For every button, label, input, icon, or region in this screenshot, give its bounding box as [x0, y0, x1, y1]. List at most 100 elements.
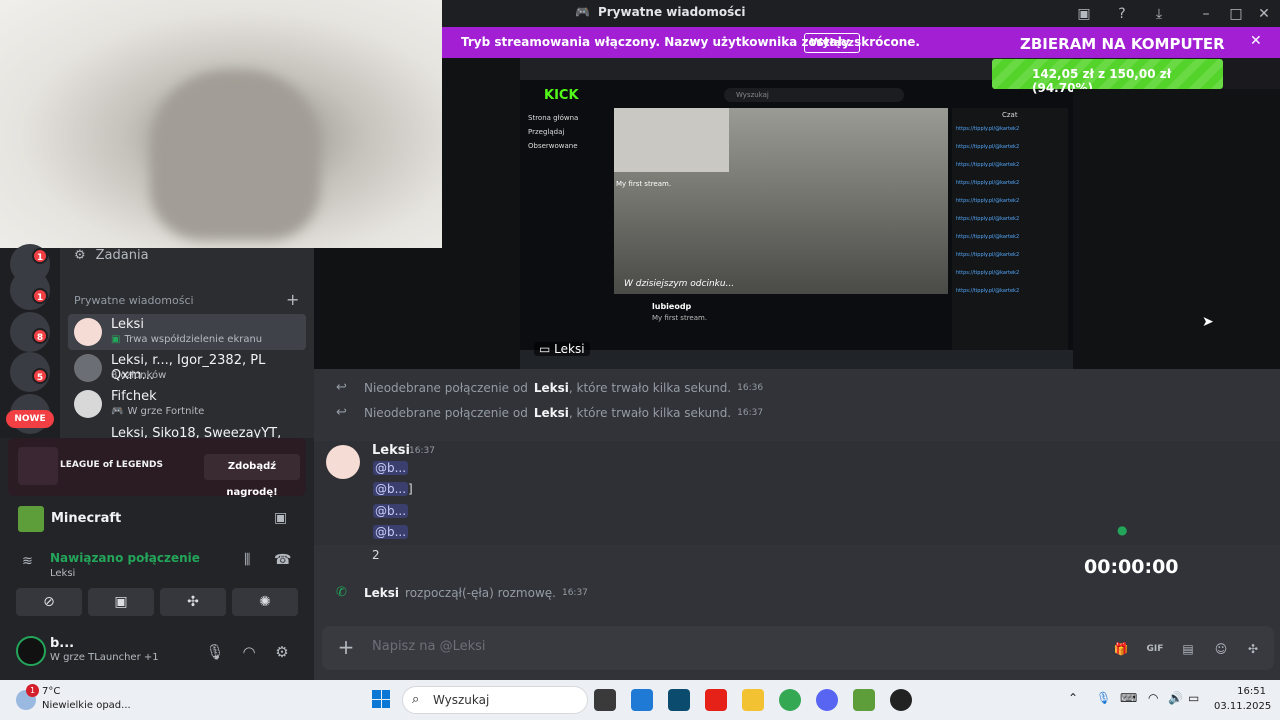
message-text: ]: [408, 482, 413, 496]
stream-game-icon[interactable]: ▣: [274, 510, 287, 526]
mouse-cursor-icon: ➤: [1202, 314, 1214, 330]
dm-header: Prywatne wiadomości: [74, 294, 194, 307]
claim-reward-button[interactable]: Zdobądź nagrodę!: [204, 454, 300, 498]
server-badge: 1: [32, 288, 48, 304]
kick-streamer-name: lubieodp: [652, 302, 692, 311]
dm-item-leksi[interactable]: Leksi ▣ Trwa współdzielenie ekranu: [68, 314, 306, 350]
timestamp: 16:37: [409, 446, 435, 456]
dm-item-group2[interactable]: Leksi, Siko18, SweezayYT, fozi...: [68, 422, 306, 438]
server-badge: 8: [32, 328, 48, 344]
dm-status-text: 8 członków: [111, 370, 167, 381]
mention[interactable]: @b...: [373, 461, 409, 475]
missed-call-message: ↩ Nieodebrane połączenie od Leksi, które…: [336, 405, 763, 420]
message-input[interactable]: Napisz na @Leksi: [372, 639, 486, 654]
youtube-icon[interactable]: [705, 689, 727, 711]
signal-icon[interactable]: ≋: [22, 554, 33, 569]
outlook-icon[interactable]: [631, 689, 653, 711]
camera-off-icon[interactable]: ⊘: [16, 588, 82, 616]
discord-taskbar-icon[interactable]: [816, 689, 838, 711]
file-explorer-icon[interactable]: [742, 689, 764, 711]
browser-tabs: [520, 58, 1073, 80]
avatar: [74, 390, 102, 418]
voice-channel: Leksi: [50, 568, 76, 579]
maximize-icon[interactable]: □: [1226, 4, 1246, 24]
noise-suppression-icon[interactable]: ⫼: [244, 552, 250, 568]
windows-taskbar: 1 7°C Niewielkie opad... Wyszukaj ⌕ ⌃ 🎙 …: [0, 680, 1280, 720]
help-icon[interactable]: ?: [1112, 4, 1132, 24]
new-badge[interactable]: NOWE: [6, 410, 54, 428]
task-view-icon[interactable]: [594, 689, 616, 711]
system-name[interactable]: Leksi: [534, 381, 569, 395]
user-panel: b... W grze TLauncher +1 🎙 ◠ ⚙: [0, 628, 314, 678]
kick-nav-browse: Przeglądaj: [528, 128, 565, 136]
chevron-up-icon[interactable]: ⌃: [1068, 691, 1078, 705]
close-banner-icon[interactable]: ✕: [1250, 33, 1262, 49]
windows-start-icon[interactable]: [372, 690, 390, 708]
windows-search[interactable]: Wyszukaj: [402, 686, 588, 714]
dm-sidebar: ⚙ Zadania Prywatne wiadomości + Leksi ▣ T…: [60, 248, 314, 438]
minimize-icon[interactable]: –: [1196, 4, 1216, 24]
close-window-icon[interactable]: ✕: [1254, 4, 1274, 24]
system-name[interactable]: Leksi: [364, 586, 399, 600]
dm-item-group[interactable]: Leksi, r..., Igor_2382, PL Qxm... 8 czło…: [68, 350, 306, 386]
kick-chat-line: https://tipply.pl/@kartek2: [956, 288, 1020, 294]
weather-text: Niewielkie opad...: [42, 700, 131, 711]
create-dm-plus-icon[interactable]: +: [286, 290, 299, 309]
dm-item-fifchek[interactable]: Fifchek 🎮 W grze Fortnite: [68, 386, 306, 422]
screen-share-icon[interactable]: ▣: [88, 588, 154, 616]
kick-chat: Czat https://tipply.pl/@kartek2 https://…: [952, 108, 1068, 354]
avatar-decoration-icon: ●: [1117, 523, 1128, 537]
stream-webcam: [614, 108, 729, 172]
server-badge: 5: [32, 368, 48, 384]
mention[interactable]: @b...: [373, 525, 409, 539]
keyboard-icon[interactable]: ⌨: [1120, 691, 1137, 705]
gift-icon[interactable]: 🎁: [1110, 638, 1132, 660]
shared-taskbar: [520, 350, 1073, 369]
shared-screen[interactable]: KICK Wyszukaj Strona główna Przeglądaj O…: [520, 58, 1073, 369]
app-icon[interactable]: [668, 689, 690, 711]
stream-background-left: [442, 58, 520, 369]
tasks-item[interactable]: ⚙ Zadania: [74, 248, 149, 263]
current-game: Minecraft ▣: [8, 500, 306, 538]
inbox-icon[interactable]: ▣: [1074, 4, 1094, 24]
gif-icon[interactable]: GIF: [1144, 638, 1166, 660]
volume-icon[interactable]: 🔊: [1168, 691, 1183, 705]
author-avatar[interactable]: [326, 445, 360, 479]
activities-icon[interactable]: ✣: [160, 588, 226, 616]
game-thumbnail: [18, 447, 58, 485]
soundboard-icon[interactable]: ✺: [232, 588, 298, 616]
kick-search: Wyszukaj: [724, 88, 904, 102]
call-timer: 00:00:00: [1084, 556, 1179, 578]
mention[interactable]: @b...: [373, 504, 409, 518]
kick-logo: KICK: [544, 88, 579, 103]
mention[interactable]: @b...: [373, 482, 409, 496]
sticker-icon[interactable]: ▤: [1177, 638, 1199, 660]
clock[interactable]: 16:51: [1214, 686, 1266, 697]
donation-progress-bar: 142,05 zł z 150,00 zł (94.70%): [992, 59, 1223, 95]
apps-icon[interactable]: ✣: [1242, 638, 1264, 660]
system-name[interactable]: Leksi: [534, 406, 569, 420]
dm-name: Leksi: [111, 317, 144, 332]
microphone-icon[interactable]: 🎙: [204, 641, 226, 663]
add-attachment-plus-icon[interactable]: +: [334, 636, 358, 660]
headphones-icon[interactable]: ◠: [238, 641, 260, 663]
user-name: b...: [50, 636, 75, 651]
download-icon[interactable]: ⤓: [1149, 4, 1169, 24]
webcam-person: [150, 70, 320, 240]
disconnect-icon[interactable]: ☎: [274, 552, 291, 568]
message-composer[interactable]: + Napisz na @Leksi 🎁 GIF ▤ ☺ ✣: [322, 626, 1274, 670]
message-author[interactable]: Leksi: [372, 443, 410, 458]
system-text: Nieodebrane połączenie od: [364, 405, 528, 420]
wifi-icon[interactable]: ◠: [1148, 691, 1158, 705]
disable-streamer-mode-button[interactable]: Wyłącz: [804, 33, 860, 53]
emoji-icon[interactable]: ☺: [1210, 638, 1232, 660]
settings-gear-icon[interactable]: ⚙: [271, 641, 293, 663]
mic-tray-icon[interactable]: 🎙: [1096, 691, 1111, 705]
kick-chat-line: https://tipply.pl/@kartek2: [956, 252, 1020, 258]
date[interactable]: 03.11.2025: [1214, 701, 1271, 712]
battery-icon[interactable]: ▭: [1188, 691, 1199, 705]
chrome-icon[interactable]: [779, 689, 801, 711]
user-avatar[interactable]: [16, 636, 46, 666]
minecraft-taskbar-icon[interactable]: [853, 689, 875, 711]
obs-icon[interactable]: [890, 689, 912, 711]
